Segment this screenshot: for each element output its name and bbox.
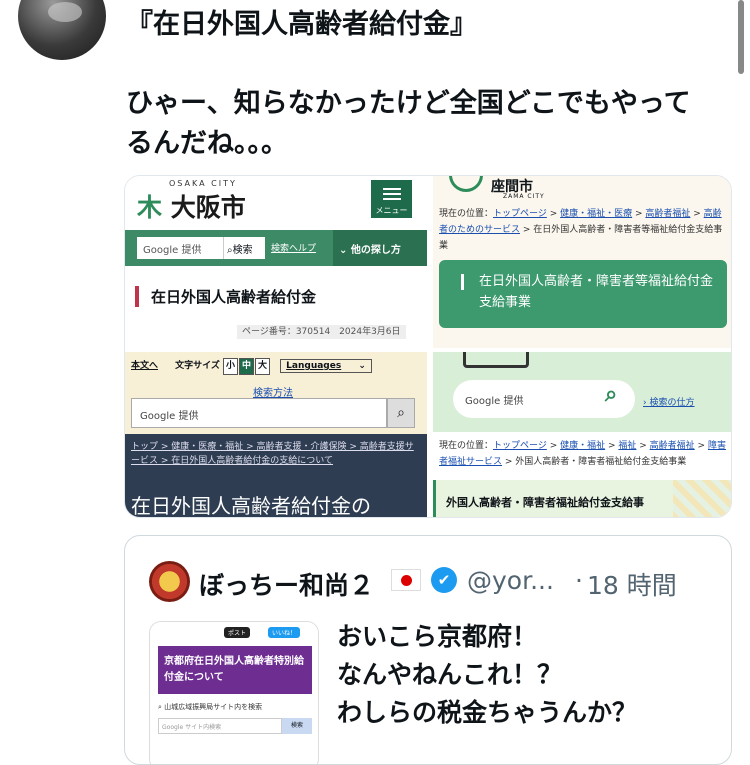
osaka-logo: 木 大阪市 [137,188,246,224]
breadcrumb-current: 外国人高齢者・障害者福祉給付金支給事業 [515,457,687,467]
media-image-zama-top[interactable]: 座間市 ZAMA CITY 現在の位置：トップページ > 健康・福祉・医療 > … [433,176,731,348]
osaka-page-number-text: ページ番号：370514 2024年3月6日 [237,325,406,339]
thumb-headline: 京都府在日外国人高齢者特別給付金について [158,646,312,694]
media-image-zama-bottom[interactable]: Google 提供 ⌕ › 検索の仕方 現在の位置：トップページ > 健康・福祉… [433,352,731,517]
osaka-page-title: 在日外国人高齢者給付金 [135,286,316,307]
post-body: ひゃー、知らなかったけど全国どこでもやって るんだね。。。 [126,84,691,164]
thumb-like-badge: いいね！ [268,627,301,638]
zama-section-heading-text: 外国人高齢者・障害者福祉給付金支給事 [446,496,644,509]
post-title: 『在日外国人高齢者給付金』 [126,9,477,40]
text-size-small: 小 [223,358,239,375]
chevron-down-icon: ⌄ [358,361,366,371]
osaka-search-method: 検索方法 [253,388,293,399]
thumb-post-badge: ポスト [224,627,251,638]
osaka-mark-icon: 木 [137,193,163,222]
japan-flag-icon [391,569,421,591]
post-body-line: ひゃー、知らなかったけど全国どこでもやって [126,88,691,119]
menu-button: メニュー [371,180,412,218]
osaka-city-small: OSAKA CITY [169,179,237,188]
breadcrumb-prefix: 現在の位置： [439,209,494,219]
osaka-search-help: 検索ヘルプ [271,244,317,254]
zama-city-small: ZAMA CITY [503,193,545,200]
osaka-google-search: Google 提供 [131,398,387,428]
languages-label: Languages [286,361,342,371]
text-size-label: 文字サイズ [175,361,220,371]
quote-text-line: おいこら京都府！ [337,622,538,651]
author-avatar[interactable] [18,0,106,60]
osaka-search-button: ⌕検索 [223,237,265,259]
thumb-search-input: Google サイト内検索 [158,718,282,734]
zama-section-heading: 外国人高齢者・障害者福祉給付金支給事 [433,480,731,517]
quote-handle[interactable]: @yor... [467,566,554,595]
osaka-other-search-label: 他の探し方 [350,245,401,256]
osaka-breadcrumb-text: トップ > 健康・医療・福祉 > 高齢者支援・介護保険 > 高齢者支援サービス … [131,442,414,466]
quote-text: おいこら京都府！ なんやねんこれ！？ わしらの税金ちゃうんか？ [337,618,637,732]
skip-to-main-link: 本文へ [131,361,159,371]
breadcrumb-link: 健康・福祉・医療 [560,209,633,219]
zama-search-area: Google 提供 ⌕ › 検索の仕方 [433,368,731,432]
zama-title-banner: 在日外国人高齢者・障害者等福祉給付金支給事業 [439,260,727,328]
thumb-subtitle: ⌕ 山城広域振興局サイト内を検索 [158,702,312,712]
zama-search-howto: › 検索の仕方 [643,395,694,408]
quote-avatar[interactable] [149,561,190,602]
verified-badge-icon: ✔ [431,567,457,593]
osaka-header: OSAKA CITY 木 大阪市 メニュー [125,176,427,230]
breadcrumb-link: 福祉 [618,441,637,451]
thumb-search-button: 検索 [282,718,312,734]
osaka-search-input: Google 提供 [137,237,223,259]
zama-emblem-icon [449,176,483,192]
media-image-osaka-bottom[interactable]: 本文へ 文字サイズ 小中大 Languages ⌄ 検索方法 Google 提供… [125,352,427,518]
zama-header-strip [433,352,731,368]
quote-text-line: わしらの税金ちゃうんか？ [337,698,638,727]
breadcrumb-link: 高齢者福祉 [649,441,695,451]
osaka-search-button-label: 検索 [232,245,253,256]
osaka-logo-text: 大阪市 [170,193,246,222]
osaka-big-title: 在日外国人高齢者給付金の [131,494,371,518]
languages-select: Languages ⌄ [280,359,372,373]
zama-breadcrumb: 現在の位置：トップページ > 健康・福祉・医療 > 高齢者福祉 > 高齢者のため… [439,209,723,251]
post-body-line: るんだね。。。 [126,128,288,159]
search-icon: ⌕ [387,398,415,428]
media-image-osaka-top[interactable]: OSAKA CITY 木 大阪市 メニュー Google 提供 ⌕検索 検索ヘル… [125,176,427,348]
osaka-other-search: ⌄ 他の探し方 [333,230,427,266]
breadcrumb-link: トップページ [493,209,547,219]
quote-text-line: なんやねんこれ！？ [337,660,563,689]
breadcrumb-link: トップページ [493,441,547,451]
thumb-subtitle-text: 山城広域振興局サイト内を検索 [164,703,263,711]
quote-timestamp[interactable]: 18 時間 [587,566,677,602]
quote-display-name[interactable]: ぼっちー和尚２ [199,566,374,602]
osaka-page-number: ページ番号：370514 2024年3月6日 [237,324,406,339]
zama-search-howto-label: 検索の仕方 [649,398,695,408]
media-grid[interactable]: OSAKA CITY 木 大阪市 メニュー Google 提供 ⌕検索 検索ヘル… [124,175,732,518]
osaka-search-bar: Google 提供 ⌕検索 検索ヘルプ ⌄ 他の探し方 [125,230,427,266]
search-icon: ⌕ [605,382,618,407]
breadcrumb-link: 健康・福祉 [560,441,606,451]
text-size-medium: 中 [239,358,255,375]
quote-media-thumbnail[interactable]: ポスト いいね！ 京都府在日外国人高齢者特別給付金について ⌕ 山城広域振興局サ… [149,621,319,764]
osaka-accessibility-row: 本文へ 文字サイズ 小中大 Languages ⌄ [131,358,372,375]
quoted-post[interactable]: ぼっちー和尚２ ✔ @yor... · 18 時間 ポスト いいね！ 京都府在日… [124,535,732,765]
chevron-down-icon: ⌄ [339,245,351,256]
breadcrumb-link: 高齢者福祉 [645,209,691,219]
text-size-large: 大 [255,358,271,375]
breadcrumb-prefix: 現在の位置： [439,441,494,451]
scrollbar[interactable] [738,0,744,74]
separator-dot: · [575,566,583,595]
zama-breadcrumb-2: 現在の位置：トップページ > 健康・福祉 > 福祉 > 高齢者福祉 > 障害者福… [439,441,726,467]
